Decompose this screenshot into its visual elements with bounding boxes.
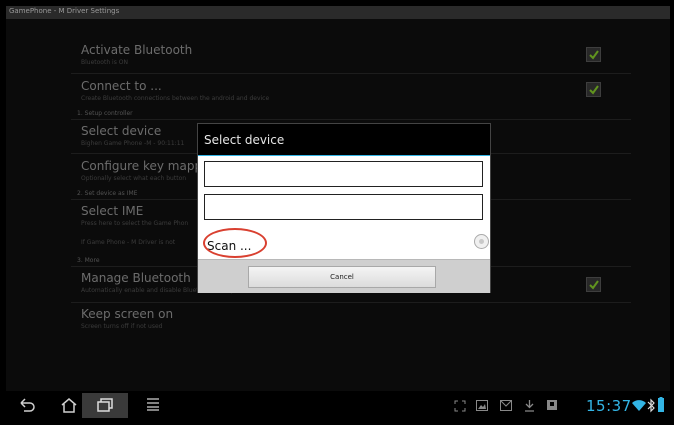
recent-apps-button[interactable] <box>82 393 128 418</box>
menu-icon[interactable] <box>146 397 160 411</box>
app-title: GamePhone - M Driver Settings <box>9 7 120 15</box>
device-list-item-2[interactable] <box>204 194 483 220</box>
dialog-title-bar: Select device <box>198 124 490 155</box>
mail-notification-icon <box>500 400 512 411</box>
system-navigation-bar: 15:37 <box>6 391 670 420</box>
dialog-title-divider <box>198 155 490 156</box>
screen-resize-icon[interactable] <box>454 400 466 412</box>
dialog-title: Select device <box>204 133 285 147</box>
download-notification-icon <box>525 400 534 412</box>
cancel-button[interactable]: Cancel <box>248 266 436 288</box>
highlight-circle-annotation <box>203 228 267 258</box>
wifi-icon <box>632 400 646 411</box>
home-icon[interactable] <box>60 397 78 414</box>
device-notification-icon <box>547 400 557 410</box>
device-list-item-1[interactable] <box>204 161 483 187</box>
recent-apps-icon <box>97 398 113 412</box>
gallery-notification-icon <box>476 400 488 411</box>
status-clock: 15:37 <box>586 397 632 415</box>
tablet-screen: GamePhone - M Driver Settings Activate B… <box>6 6 670 420</box>
back-icon[interactable] <box>18 397 36 413</box>
app-title-bar: GamePhone - M Driver Settings <box>6 6 670 19</box>
scan-radio-button[interactable] <box>474 234 489 249</box>
battery-icon <box>658 397 664 412</box>
dialog-button-bar: Cancel <box>198 259 490 293</box>
bluetooth-icon <box>647 398 655 413</box>
select-device-dialog: Select device Scan ... Cancel <box>197 123 491 293</box>
